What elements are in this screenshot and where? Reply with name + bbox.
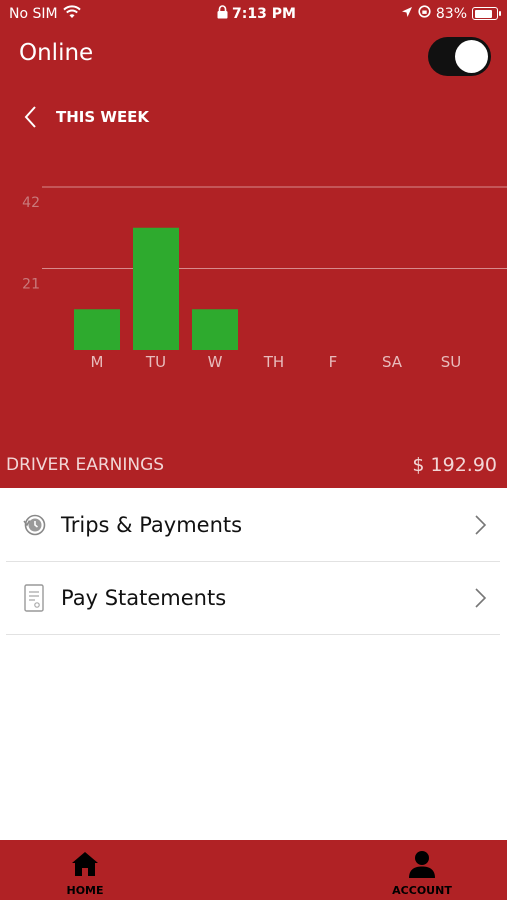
menu-item-pay-statements[interactable]: Pay Statements [6,562,500,635]
tab-account[interactable]: ACCOUNT [362,840,482,900]
person-icon [407,849,437,879]
clock-time: 7:13 PM [232,6,296,22]
x-tick-label: SA [382,353,403,371]
battery-percent: 83% [435,5,467,22]
menu-item-label: Pay Statements [61,586,227,610]
menu-item-label: Trips & Payments [61,513,243,537]
y-tick-label: 21 [22,277,40,293]
x-tick-label: SU [441,353,462,371]
online-toggle[interactable] [428,37,491,76]
x-tick-label: M [91,353,104,371]
x-tick-label: TH [263,353,284,371]
bar-tu [133,227,179,350]
page-title: Online [19,40,94,66]
earnings-amount: $ 192.90 [412,454,497,476]
location-arrow-icon [401,6,413,22]
earnings-chart: 42 21 M TU W TH F SA SU [22,186,507,371]
x-tick-label: W [208,353,223,371]
chevron-right-icon [474,587,488,609]
x-tick-label: F [329,353,338,371]
earnings-header: No SIM 7:13 PM 83% Online THIS WEEK 42 2… [0,0,507,488]
week-label: THIS WEEK [56,108,150,126]
tab-label: HOME [66,884,104,897]
menu-item-trips-payments[interactable]: Trips & Payments [6,489,500,562]
wifi-icon [62,5,81,23]
bar-w [192,309,238,350]
x-tick-label: TU [145,353,166,371]
back-chevron-icon[interactable] [22,104,42,130]
earnings-label: DRIVER EARNINGS [6,455,165,475]
home-icon [70,849,100,879]
bar-m [74,309,120,350]
battery-level [474,9,492,18]
orientation-lock-icon [418,5,431,22]
status-bar: No SIM 7:13 PM 83% [0,0,507,28]
receipt-icon [21,583,47,613]
chevron-right-icon [474,514,488,536]
battery-icon [472,7,501,20]
carrier-label: No SIM [9,6,58,22]
tab-label: ACCOUNT [392,884,452,897]
history-clock-icon [21,510,47,540]
tab-bar: HOME ACCOUNT [0,840,507,900]
y-tick-label: 42 [22,195,40,211]
toggle-knob [455,40,488,73]
lock-icon [217,5,228,23]
tab-home[interactable]: HOME [25,840,145,900]
